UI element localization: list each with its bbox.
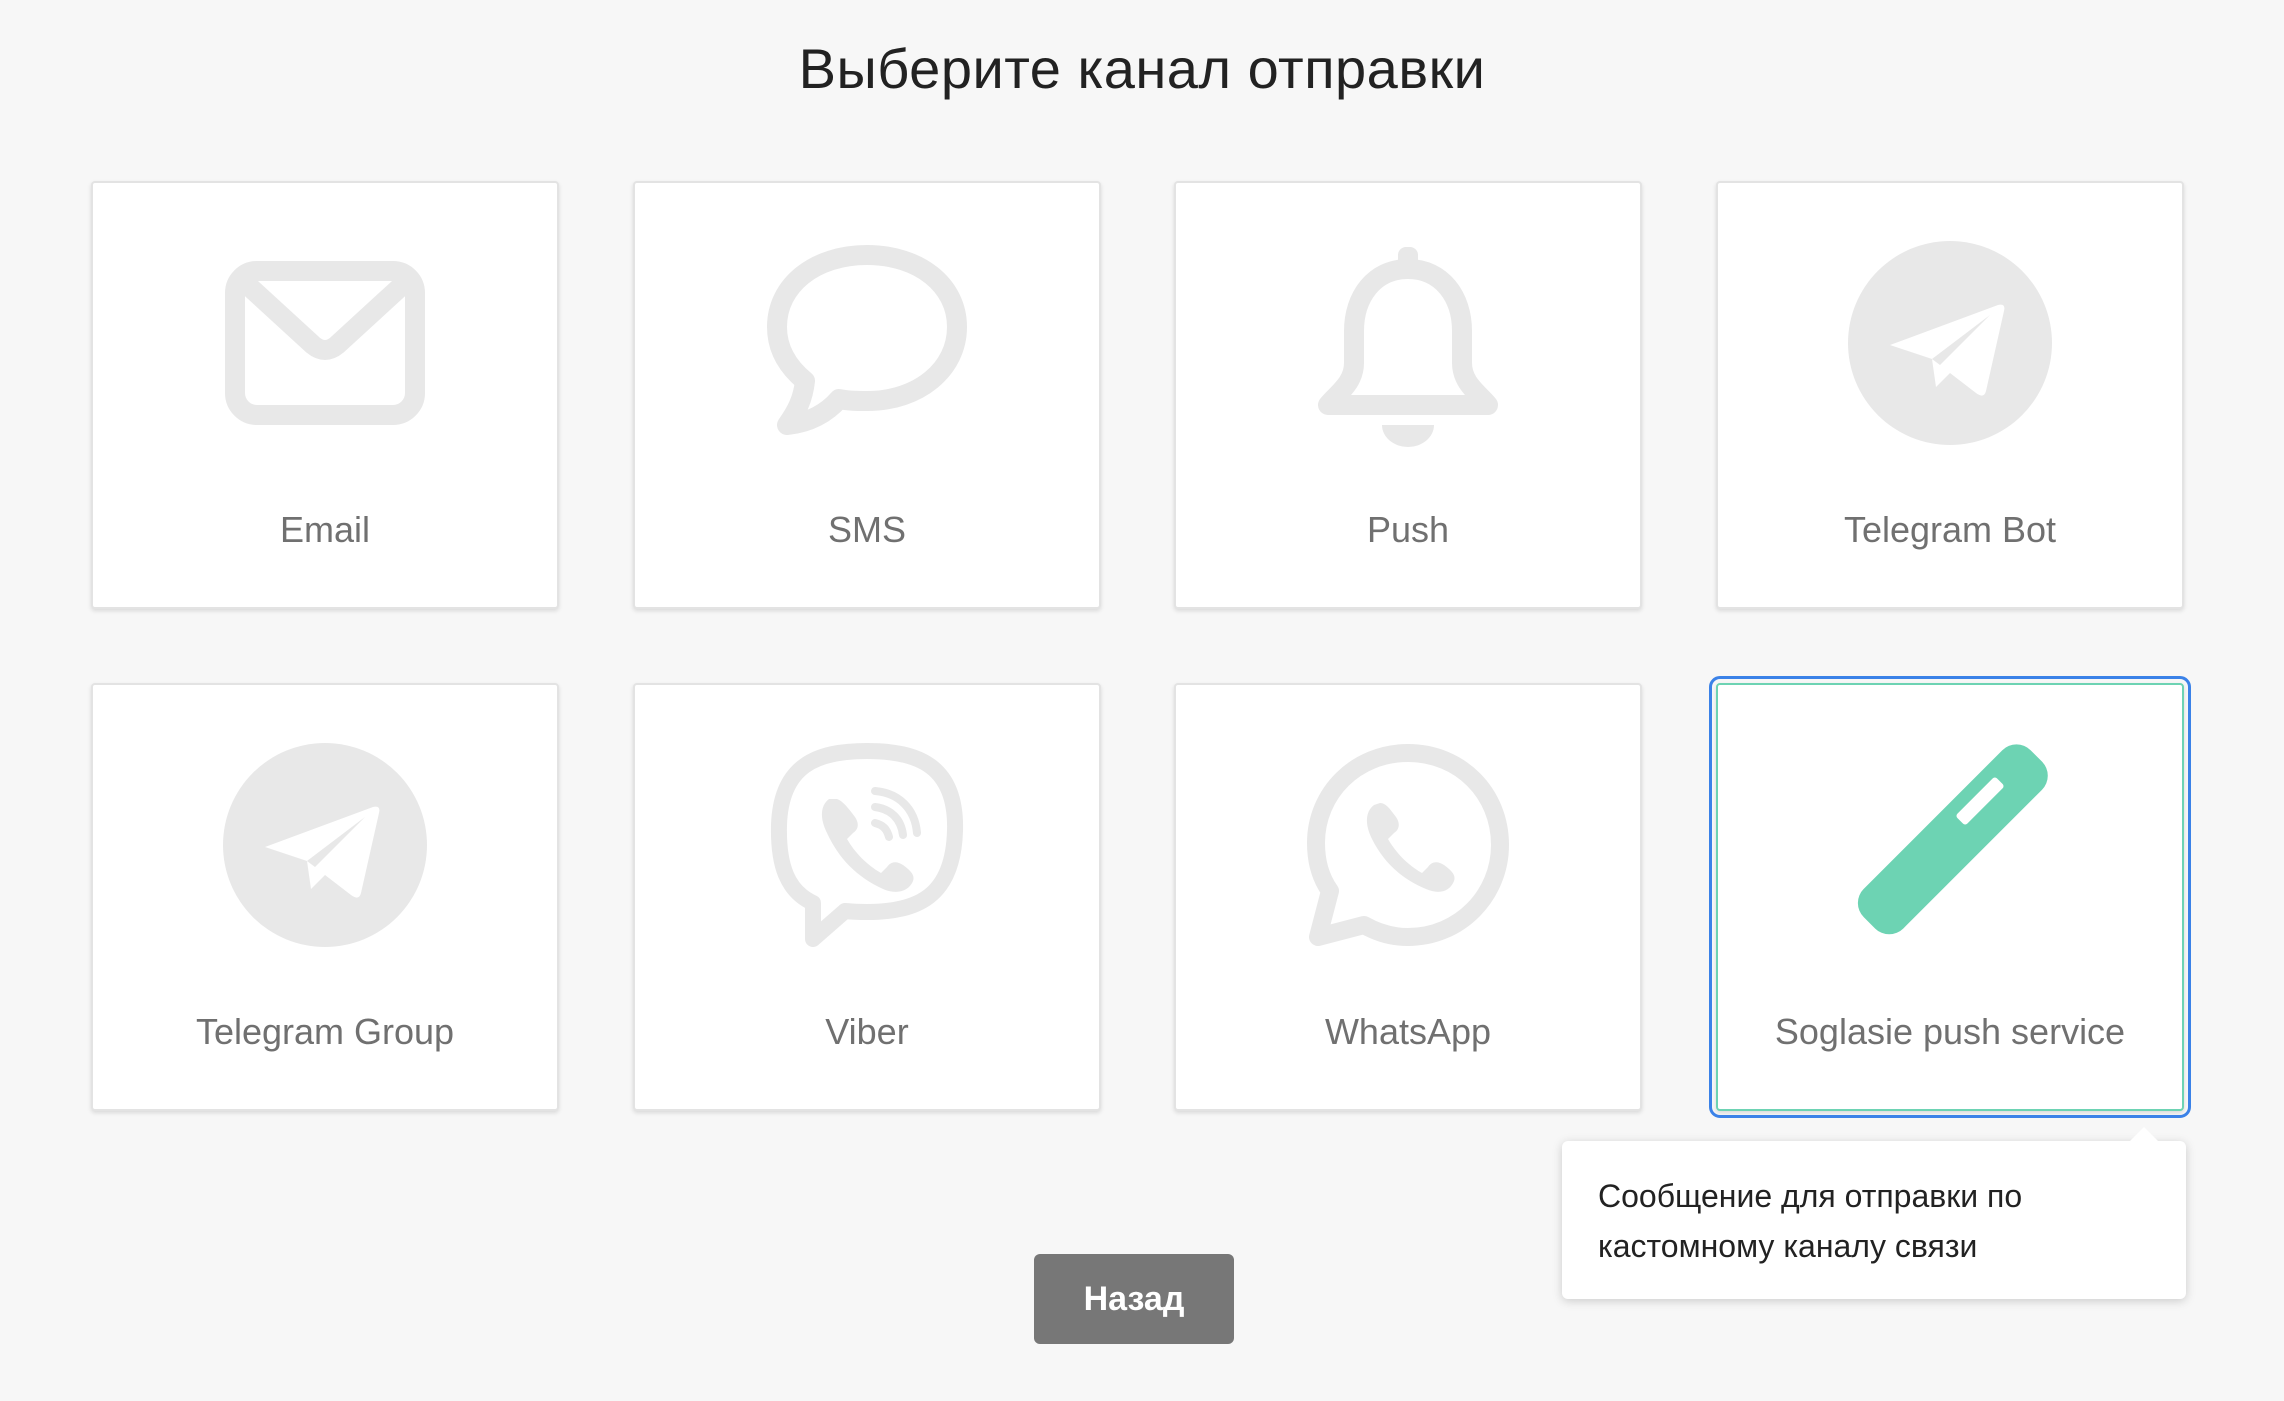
channel-description-tooltip: Сообщение для отправки по кастомному кан… <box>1562 1127 2186 1299</box>
telegram-icon <box>1718 223 2182 463</box>
telegram-icon <box>93 725 557 965</box>
back-button[interactable]: Назад <box>1034 1254 1234 1344</box>
custom-channel-icon <box>1718 725 2182 965</box>
viber-icon <box>635 725 1099 965</box>
channel-card-push[interactable]: Push <box>1174 181 1642 609</box>
channel-label: Telegram Bot <box>1843 509 2057 550</box>
channel-card-telegram-group[interactable]: Telegram Group <box>91 683 559 1111</box>
channel-card-soglasie-push-service[interactable]: Soglasie push service <box>1709 676 2191 1118</box>
channel-card-sms[interactable]: SMS <box>633 181 1101 609</box>
channel-label: Email <box>279 509 371 550</box>
channel-label: Viber <box>825 1011 909 1052</box>
page-title: Выберите канал отправки <box>798 37 1486 100</box>
tooltip-text: Сообщение для отправки по кастомному кан… <box>1598 1178 2023 1264</box>
channel-label: Push <box>1366 509 1450 550</box>
speech-bubble-icon <box>635 223 1099 463</box>
tooltip-arrow <box>2128 1127 2160 1143</box>
channel-card-whatsapp[interactable]: WhatsApp <box>1174 683 1642 1111</box>
channel-card-viber[interactable]: Viber <box>633 683 1101 1111</box>
channel-label: Telegram Group <box>195 1011 455 1052</box>
envelope-icon <box>93 223 557 463</box>
whatsapp-icon <box>1176 725 1640 965</box>
channel-label: Soglasie push service <box>1774 1011 2126 1052</box>
channel-label: WhatsApp <box>1324 1011 1492 1052</box>
channel-card-email[interactable]: Email <box>91 181 559 609</box>
bell-icon <box>1176 223 1640 463</box>
channel-card-telegram-bot[interactable]: Telegram Bot <box>1716 181 2184 609</box>
channel-label: SMS <box>827 509 906 550</box>
